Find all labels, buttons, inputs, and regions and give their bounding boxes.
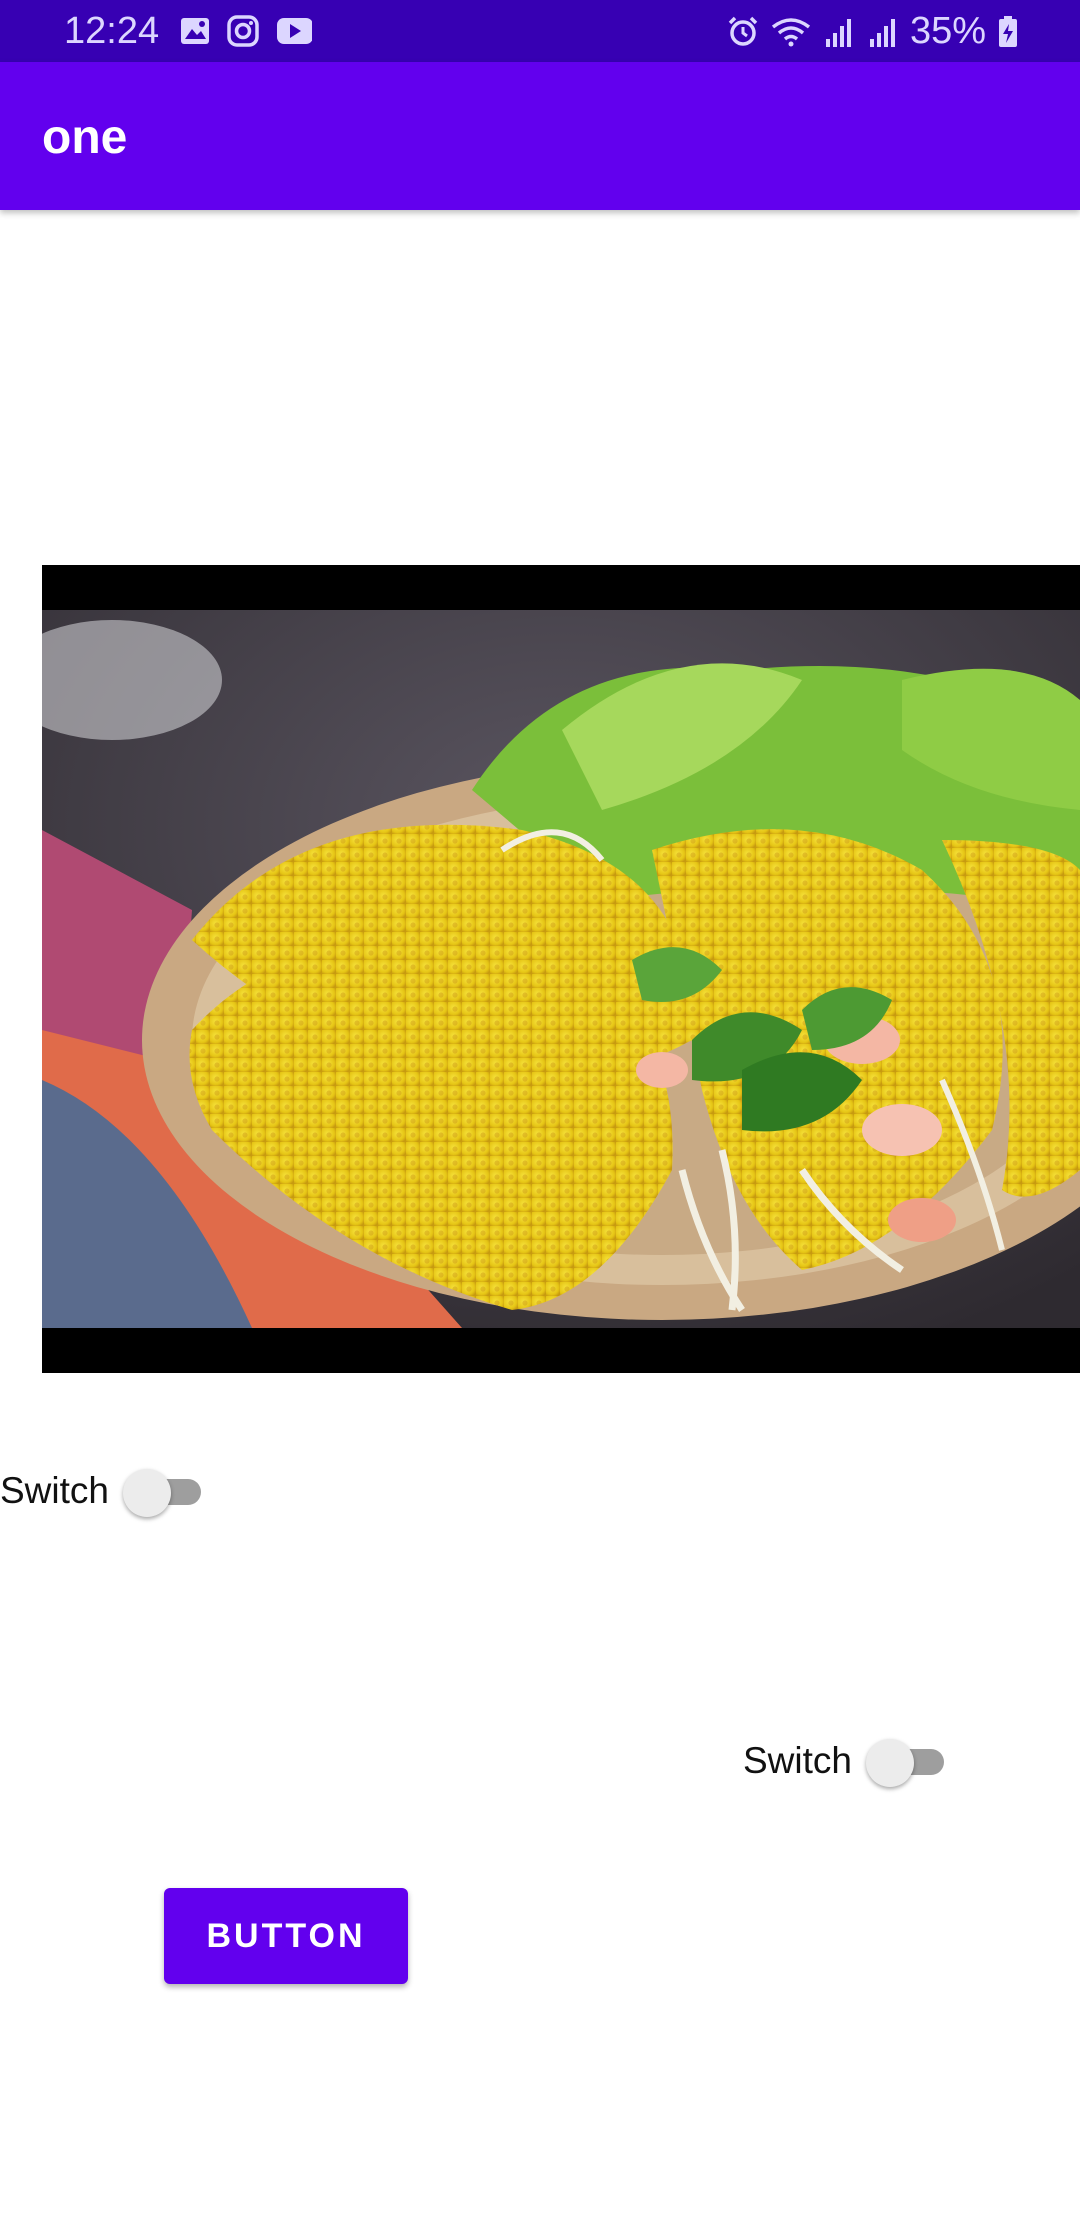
battery-percent: 35% xyxy=(909,10,986,52)
switch-1[interactable]: Switch xyxy=(0,1469,201,1517)
app-title: one xyxy=(42,111,128,164)
notification-icons xyxy=(178,14,312,48)
image-icon xyxy=(181,18,209,44)
switch-label: Switch xyxy=(743,1740,852,1781)
wifi-icon xyxy=(771,17,811,46)
instagram-icon xyxy=(227,15,259,47)
app-bar: one xyxy=(0,62,1080,210)
youtube-icon xyxy=(277,18,312,44)
status-bar: 12:24 35% xyxy=(0,0,1080,62)
switch-thumb xyxy=(865,1739,914,1787)
switch-thumb xyxy=(122,1469,171,1517)
primary-button[interactable]: BUTTON xyxy=(164,1888,408,1984)
status-time: 12:24 xyxy=(64,10,160,52)
signal-icon xyxy=(825,18,851,47)
signal-icon-2 xyxy=(869,18,895,47)
switch-2[interactable]: Switch xyxy=(743,1739,944,1787)
food-photo xyxy=(42,610,1080,1328)
system-icons: 35% xyxy=(726,10,1020,53)
switch-toggle[interactable] xyxy=(122,1469,201,1517)
switch-toggle[interactable] xyxy=(865,1739,944,1787)
battery-charging-icon xyxy=(999,15,1017,47)
switch-label: Switch xyxy=(0,1470,109,1511)
food-image xyxy=(42,565,1080,1373)
alarm-icon xyxy=(728,16,758,46)
